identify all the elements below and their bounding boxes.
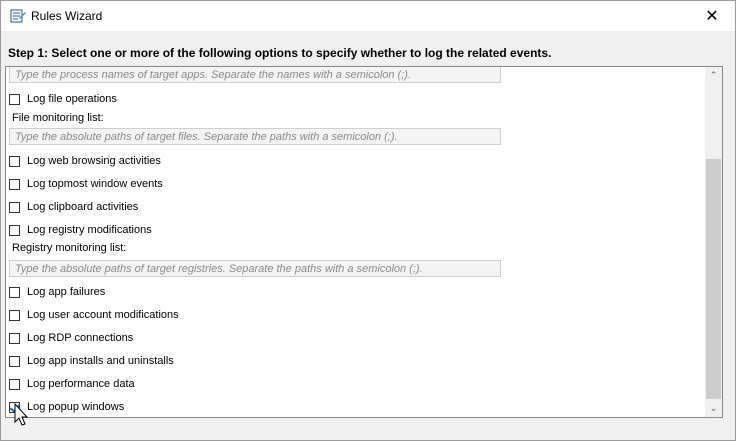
- log-app-failures-label: Log app failures: [27, 286, 106, 298]
- log-web-browsing-option[interactable]: Log web browsing activities: [9, 152, 161, 170]
- log-clipboard-option[interactable]: Log clipboard activities: [9, 198, 138, 216]
- log-user-account-option[interactable]: Log user account modifications: [9, 306, 179, 324]
- log-clipboard-label: Log clipboard activities: [27, 201, 139, 213]
- title-bar: Rules Wizard ✕: [1, 1, 735, 31]
- scroll-down-button[interactable]: ⌄: [705, 400, 722, 417]
- log-file-operations-option[interactable]: Log file operations: [9, 90, 117, 108]
- log-app-failures-option[interactable]: Log app failures: [9, 283, 105, 301]
- rules-wizard-icon: [10, 9, 26, 23]
- registry-paths-field[interactable]: Type the absolute paths of target regist…: [9, 260, 501, 277]
- scroll-up-button[interactable]: ⌃: [705, 67, 722, 84]
- log-registry-option[interactable]: Log registry modifications: [9, 221, 152, 239]
- scroll-thumb[interactable]: [706, 159, 721, 399]
- process-names-field[interactable]: Type the process names of target apps. S…: [9, 67, 501, 83]
- log-popup-label: Log popup windows: [27, 401, 125, 413]
- step-header: Step 1: Select one or more of the follow…: [8, 46, 552, 60]
- chevron-up-icon: ⌃: [709, 70, 718, 80]
- options-content: Type the process names of target apps. S…: [6, 67, 705, 417]
- log-rdp-label: Log RDP connections: [27, 332, 134, 344]
- mouse-pointer-icon: [14, 403, 29, 426]
- log-registry-checkbox[interactable]: [9, 224, 20, 236]
- close-button[interactable]: ✕: [689, 1, 735, 31]
- log-user-account-checkbox[interactable]: [9, 309, 20, 321]
- window-title: Rules Wizard: [31, 9, 103, 23]
- log-file-operations-checkbox[interactable]: [9, 93, 20, 105]
- log-web-browsing-label: Log web browsing activities: [27, 155, 161, 167]
- log-performance-checkbox[interactable]: [9, 378, 20, 390]
- registry-monitoring-label: Registry monitoring list:: [12, 242, 127, 254]
- close-icon: ✕: [705, 8, 719, 25]
- log-web-browsing-checkbox[interactable]: [9, 155, 20, 167]
- log-topmost-window-label: Log topmost window events: [27, 178, 163, 190]
- log-rdp-checkbox[interactable]: [9, 332, 20, 344]
- rules-wizard-window: Rules Wizard ✕ Step 1: Select one or mor…: [0, 0, 736, 441]
- log-app-installs-option[interactable]: Log app installs and uninstalls: [9, 352, 174, 370]
- log-file-operations-label: Log file operations: [27, 93, 117, 105]
- log-app-failures-checkbox[interactable]: [9, 286, 20, 298]
- log-topmost-window-checkbox[interactable]: [9, 178, 20, 190]
- log-clipboard-checkbox[interactable]: [9, 201, 20, 213]
- log-rdp-option[interactable]: Log RDP connections: [9, 329, 133, 347]
- log-topmost-window-option[interactable]: Log topmost window events: [9, 175, 163, 193]
- log-registry-label: Log registry modifications: [27, 224, 152, 236]
- log-performance-label: Log performance data: [27, 378, 135, 390]
- log-app-installs-label: Log app installs and uninstalls: [27, 355, 174, 367]
- log-performance-option[interactable]: Log performance data: [9, 375, 135, 393]
- file-monitoring-label: File monitoring list:: [12, 112, 104, 124]
- log-app-installs-checkbox[interactable]: [9, 355, 20, 367]
- options-list[interactable]: Type the process names of target apps. S…: [5, 66, 723, 418]
- vertical-scrollbar[interactable]: ⌃ ⌄: [705, 67, 722, 417]
- chevron-down-icon: ⌄: [709, 403, 718, 413]
- log-user-account-label: Log user account modifications: [27, 309, 179, 321]
- file-paths-field[interactable]: Type the absolute paths of target files.…: [9, 128, 501, 145]
